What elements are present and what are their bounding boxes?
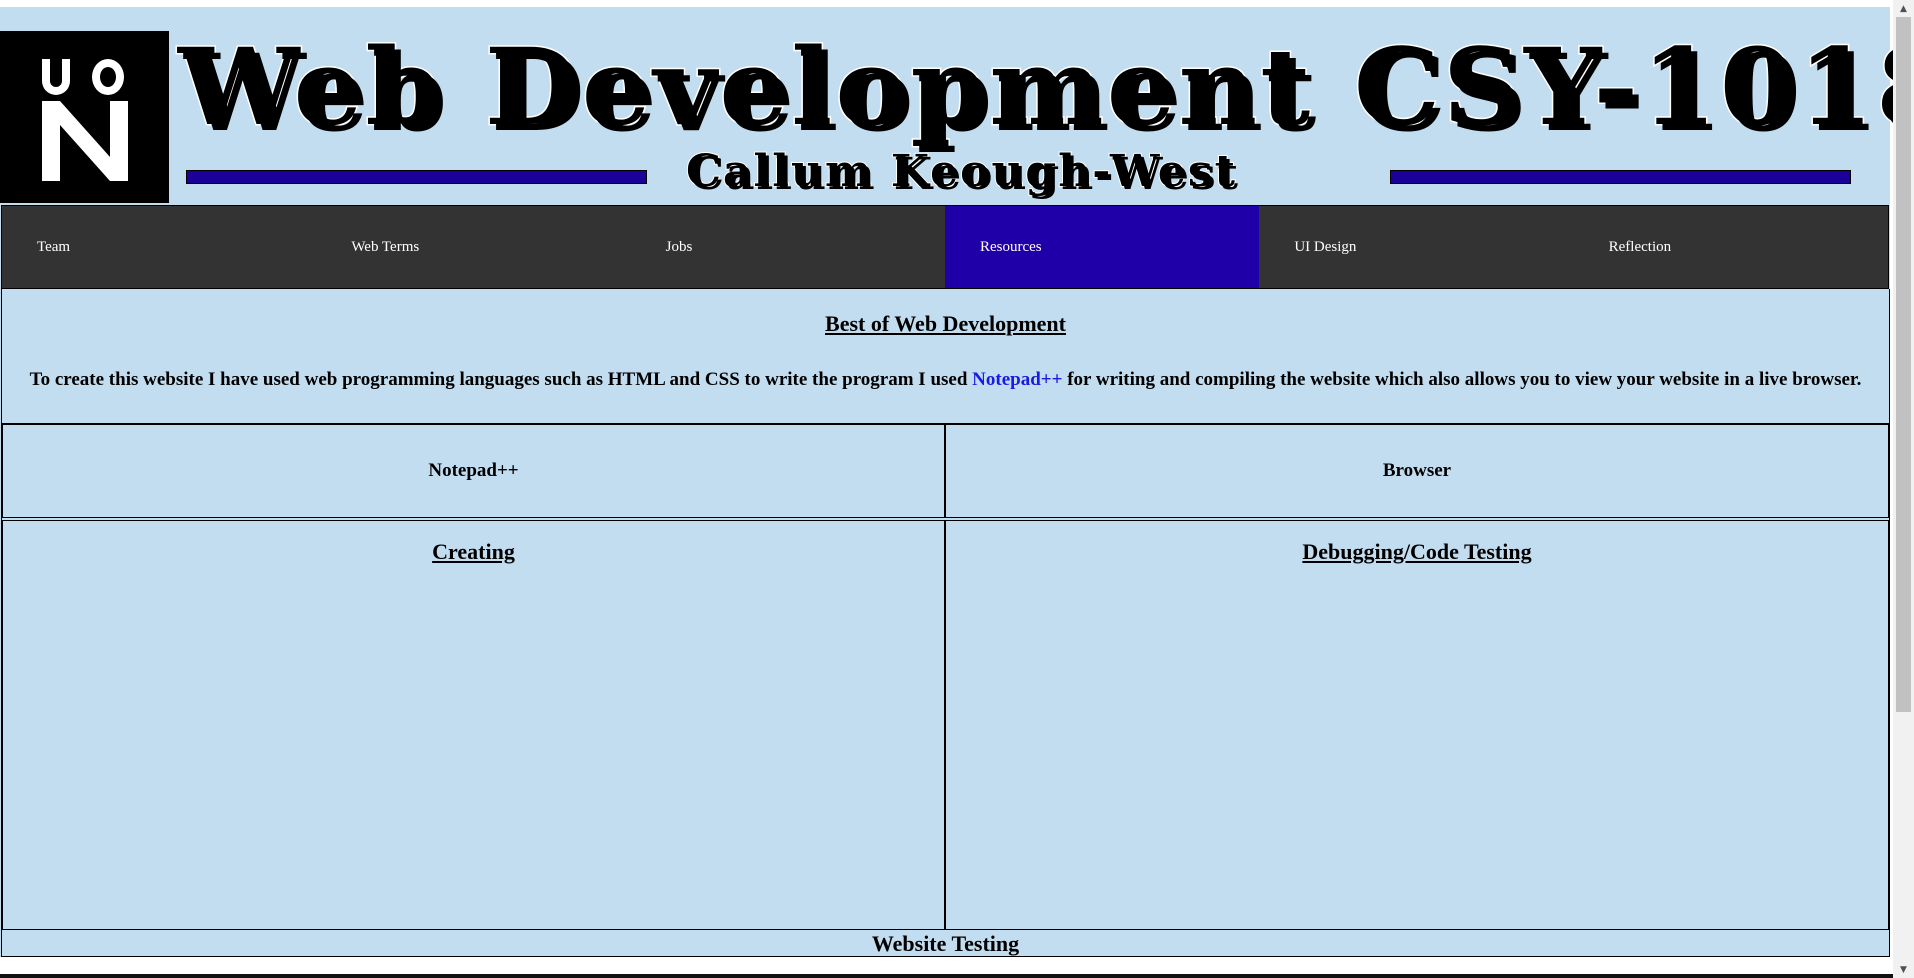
site-title: Web Development CSY-1018 [176,24,1893,149]
nav-item-reflection[interactable]: Reflection [1574,206,1888,288]
scroll-up-arrow-icon[interactable]: ▲ [1893,0,1914,17]
column-header-notepad: Notepad++ [2,424,945,518]
nav-item-resources[interactable]: Resources [944,206,1260,288]
intro-paragraph: To create this website I have used web p… [29,369,1862,390]
uon-logo [0,31,171,203]
title-rule-right [1390,170,1851,184]
main-nav: Team Web Terms Jobs Resources UI Design … [1,205,1889,289]
creating-cell: Creating [2,520,945,930]
main-content: Best of Web Development To create this w… [1,289,1890,957]
website-testing-heading: Website Testing [871,931,1020,956]
page: Web Development CSY-1018 Callum Keough-W… [0,7,1893,957]
scrollbar-thumb[interactable] [1896,17,1911,712]
vertical-scrollbar[interactable]: ▲ ▼ [1893,0,1914,978]
debugging-title: Debugging/Code Testing [1302,539,1532,564]
site-header: Web Development CSY-1018 Callum Keough-W… [0,7,1893,205]
notepad-plus-plus-link[interactable]: Notepad++ [972,369,1062,390]
nav-item-ui-design[interactable]: UI Design [1259,206,1573,288]
resources-table: Notepad++ Browser Creating Debugging/Cod… [2,423,1889,930]
title-rule-left [186,170,647,184]
intro-section: Best of Web Development To create this w… [2,289,1889,423]
scroll-down-arrow-icon[interactable]: ▼ [1893,961,1914,978]
debugging-cell: Debugging/Code Testing [945,520,1889,930]
creating-title: Creating [432,539,515,564]
bottom-edge [0,974,1893,978]
browser-viewport: Web Development CSY-1018 Callum Keough-W… [0,0,1893,978]
column-header-browser: Browser [945,424,1889,518]
nav-item-web-terms[interactable]: Web Terms [316,206,630,288]
nav-item-team[interactable]: Team [2,206,316,288]
site-subtitle: Callum Keough-West [685,146,1237,198]
nav-item-jobs[interactable]: Jobs [631,206,945,288]
section-heading: Best of Web Development [825,311,1066,336]
